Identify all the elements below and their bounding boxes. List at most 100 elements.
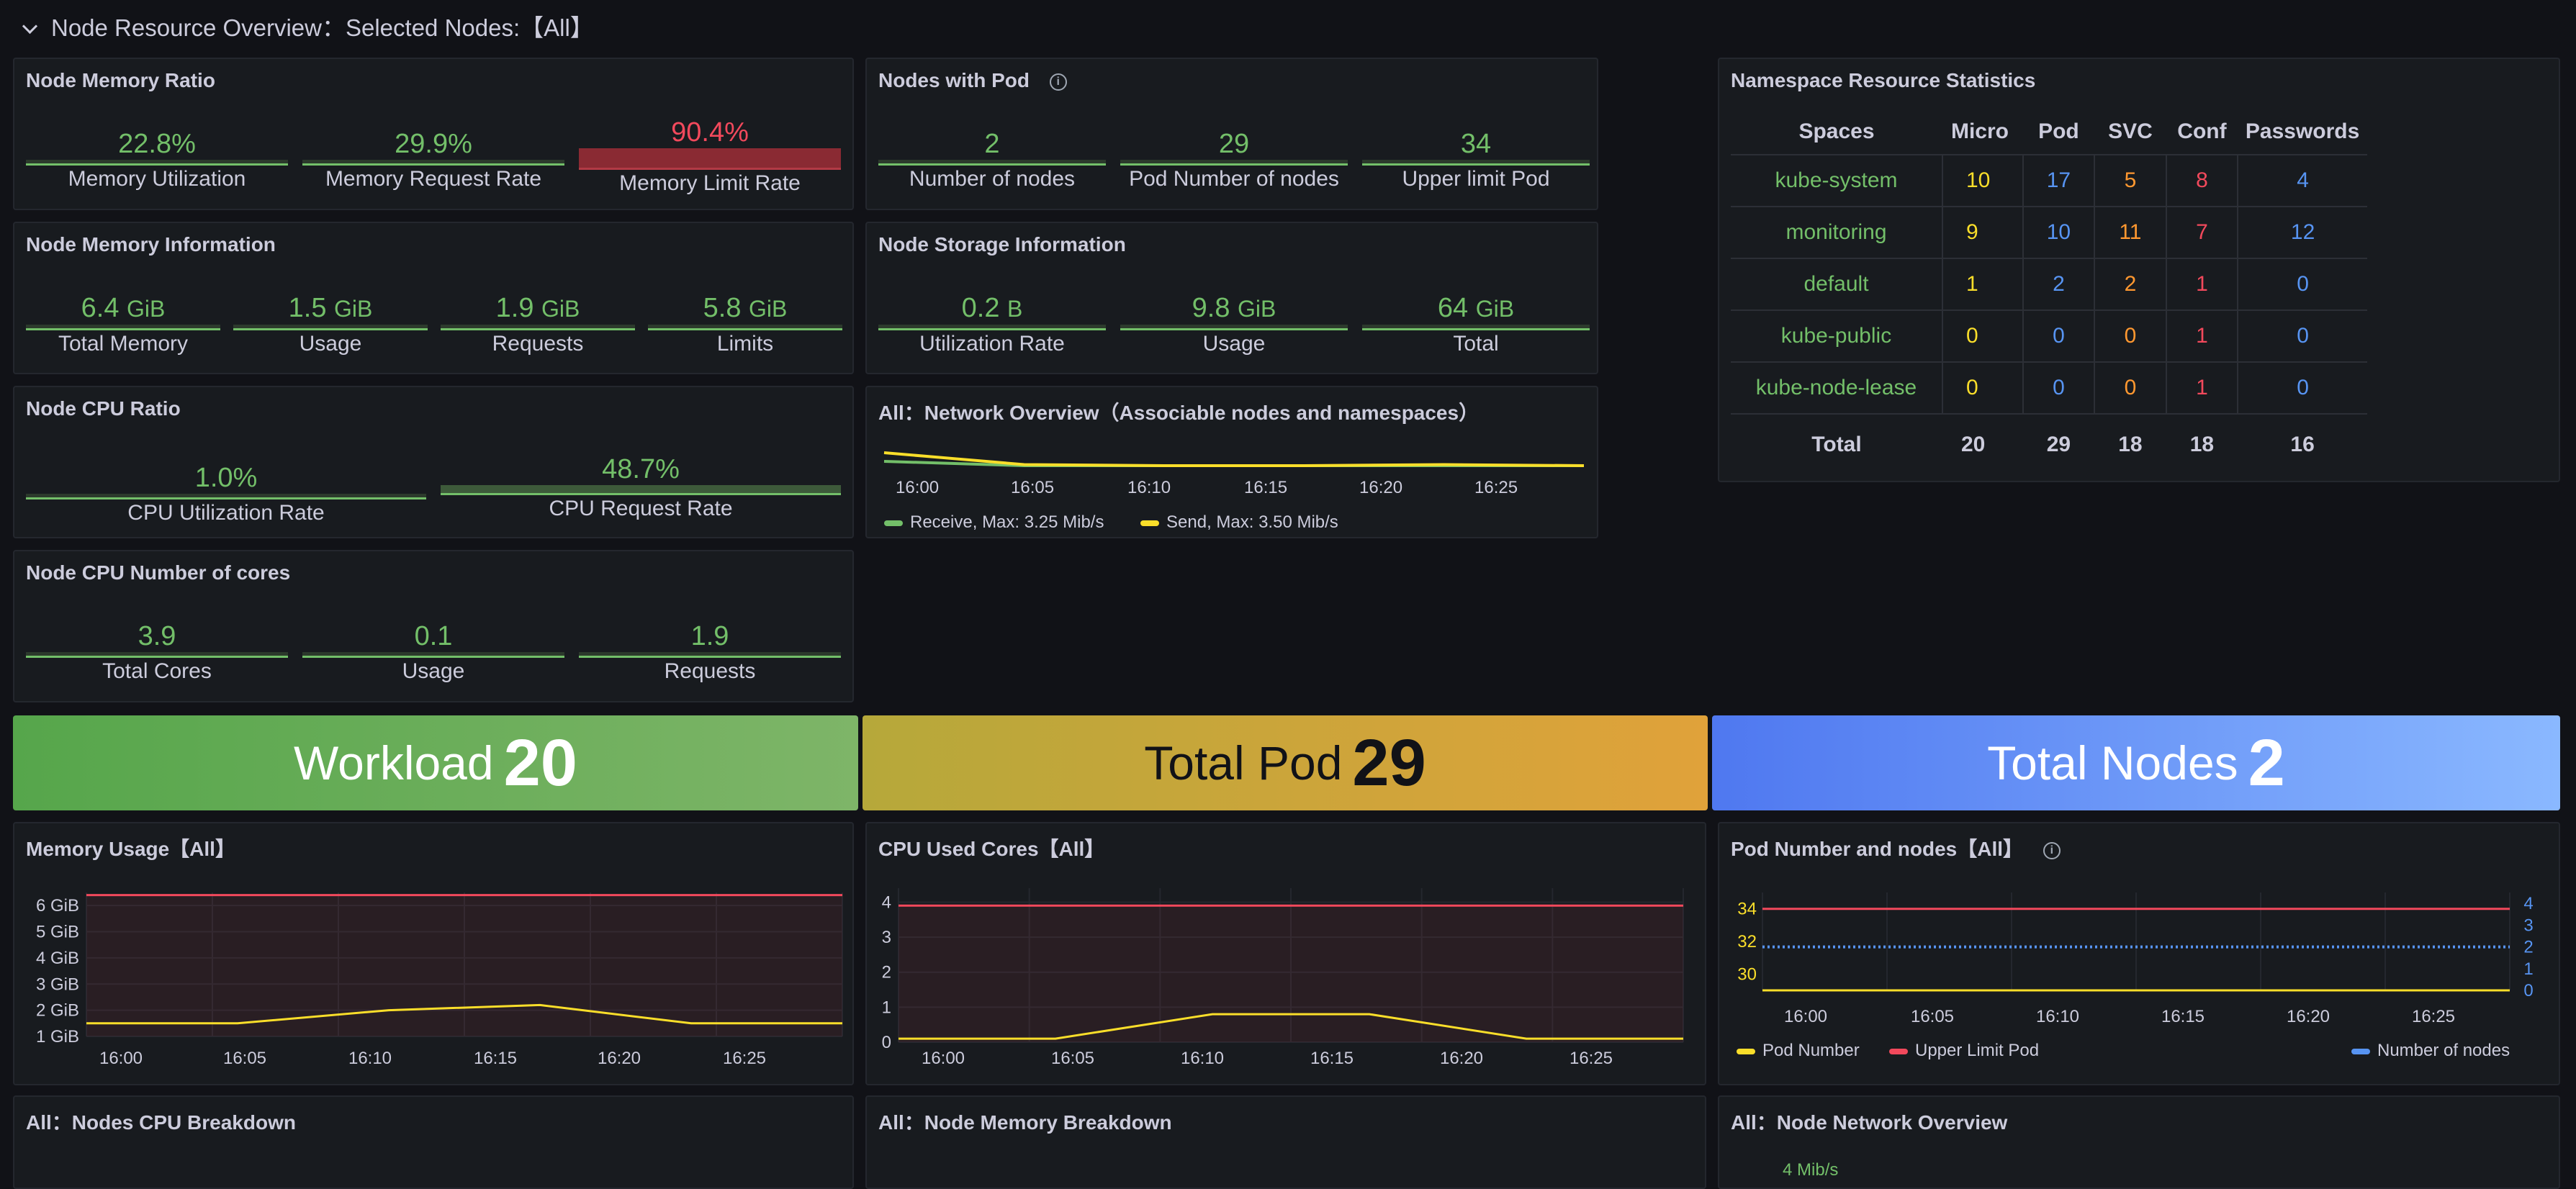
y-tick: 2 [882,963,891,982]
y-tick: 6 GiB [36,896,79,916]
panel-title: All：Network Overview（Associable nodes an… [878,402,1480,424]
legend-item-upper-limit-pod[interactable]: Upper Limit Pod [1889,1041,2039,1061]
stat-value: 5.8 GiB [648,292,842,325]
col-header-conf[interactable]: Conf [2166,109,2238,155]
y-tick: 5 GiB [36,923,79,942]
cpu-used-cores-chart: 0 1 2 3 4 16:00 16:05 16:10 16:15 16:20 16:25 [882,888,1684,1068]
table-row: monitoring 9 10 11 7 12 [1731,207,2367,259]
x-tick: 16:10 [2036,1007,2079,1026]
col-header-svc[interactable]: SVC [2094,109,2166,155]
namespace-cell: kube-node-lease [1731,362,1943,415]
stat-label: Requests [492,332,584,356]
banner-label: Total Pod [1144,736,1343,790]
stat-label: Upper limit Pod [1402,167,1550,191]
threshold-fill [899,905,1683,1042]
x-tick: 16:25 [723,1049,766,1068]
legend-item-receive[interactable]: Receive, Max: 3.25 Mib/s [884,512,1104,533]
cell-pod: 10 [2022,207,2096,259]
stat-unit: B [1007,296,1023,322]
cell-micro: 9 [1942,207,2024,259]
x-tick: 16:05 [1911,1007,1954,1026]
stat-number: 1.9 [495,293,534,323]
y-tick-right: 2 [2523,938,2533,957]
stat-label: Number of nodes [909,167,1076,191]
cell-svc: 0 [2094,362,2167,415]
cell-conf: 7 [2166,207,2239,259]
info-icon[interactable]: i [1049,73,1067,91]
col-header-passwords[interactable]: Passwords [2238,109,2367,155]
namespace-cell: monitoring [1731,207,1943,259]
stat-bar [1362,160,1590,166]
x-tick: 16:05 [223,1049,266,1068]
stat-bar [302,160,564,166]
x-tick: 16:15 [1244,478,1288,497]
stat-unit: GiB [541,296,580,322]
stat-number: 0.2 [961,293,1000,323]
stat-unit: GiB [1475,296,1515,322]
stat-total-memory: 6.4 GiB Total Memory [26,292,220,356]
x-tick: 16:10 [1181,1049,1224,1068]
y-tick-right: 0 [2523,981,2533,1000]
x-tick: 16:00 [1784,1007,1827,1026]
stat-storage-total: 64 GiB Total [1362,292,1590,356]
banner-workload[interactable]: Workload 20 [13,715,858,810]
col-header-micro[interactable]: Micro [1942,109,2023,155]
cell-conf: 1 [2166,310,2239,363]
panel-cpu-used-cores: CPU Used Cores【All】 0 1 2 3 4 16:00 16:05 16:10… [865,822,1706,1085]
legend-label: Number of nodes [2377,1041,2510,1060]
panel-node-cpu-ratio: Node CPU Ratio 1.0% CPU Utilization Rate… [13,386,854,538]
col-header-spaces[interactable]: Spaces [1731,109,1942,155]
namespace-cell: kube-system [1731,155,1943,207]
panel-title: All：Node Network Overview [1731,1111,2008,1134]
panel-node-network-overview: All：Node Network Overview 4 Mib/s [1718,1095,2560,1189]
stat-value: 0.1 [414,621,453,651]
stat-bar [579,652,841,658]
stat-label: Pod Number of nodes [1129,167,1339,191]
panel-title: Node CPU Number of cores [26,561,291,584]
stat-memory-limit-rate: 90.4% Memory Limit Rate [579,117,841,196]
stat-bar [26,494,426,499]
stat-bar [1362,325,1590,330]
legend-item-send[interactable]: Send, Max: 3.50 Mib/s [1140,512,1338,533]
chevron-down-icon[interactable] [22,18,38,35]
panel-title: Node CPU Ratio [26,397,181,420]
stat-bar [26,160,288,166]
cell-micro: 1 [1942,258,2024,311]
cell-svc: 11 [2094,207,2167,259]
panel-node-memory-breakdown: All：Node Memory Breakdown [865,1095,1706,1189]
stat-value: 29 [1218,129,1250,159]
banner-label: Total Nodes [1987,736,2238,790]
stat-utilization-rate: 0.2 B Utilization Rate [878,292,1106,356]
cell-conf: 1 [2166,362,2239,415]
stat-number-of-nodes: 2 Number of nodes [878,128,1106,191]
banner-total-pod[interactable]: Total Pod 29 [863,715,1708,810]
x-tick: 16:20 [1440,1049,1483,1068]
banner-value: 20 [503,725,577,800]
table-row: kube-system 10 17 5 8 4 [1731,155,2367,207]
stat-storage-usage: 9.8 GiB Usage [1120,292,1348,356]
banner-total-nodes[interactable]: Total Nodes 2 [1712,715,2560,810]
stat-number: 6.4 [81,293,120,323]
panel-nodes-cpu-breakdown: All：Nodes CPU Breakdown [13,1095,854,1189]
stat-total-cores: 3.9 Total Cores [26,620,288,684]
y-tick: 1 GiB [36,1027,79,1046]
banner-label: Workload [294,736,494,790]
stat-bar [579,148,841,170]
legend-item-pod-number[interactable]: Pod Number [1737,1041,1860,1061]
cell-pod: 17 [2022,155,2096,207]
y-tick: 1 [882,998,891,1017]
row-header[interactable]: Node Resource Overview：Selected Nodes:【A… [22,9,594,43]
y-tick: 4 [882,892,891,912]
stat-value: 9.8 GiB [1120,292,1348,325]
stat-number: 9.8 [1192,293,1230,323]
panel-node-memory-information: Node Memory Information 6.4 GiB Total Me… [13,222,854,374]
col-header-pod[interactable]: Pod [2022,109,2095,155]
namespace-cell: kube-public [1731,310,1943,363]
y-tick-right: 4 [2523,894,2533,913]
stat-value: 1.9 [690,621,729,651]
cell-micro: 0 [1942,362,2024,415]
legend-swatch [1889,1048,1908,1054]
panel-title: Node Memory Ratio [26,69,215,91]
namespace-cell: default [1731,258,1943,311]
legend-item-number-of-nodes[interactable]: Number of nodes [2351,1041,2510,1061]
